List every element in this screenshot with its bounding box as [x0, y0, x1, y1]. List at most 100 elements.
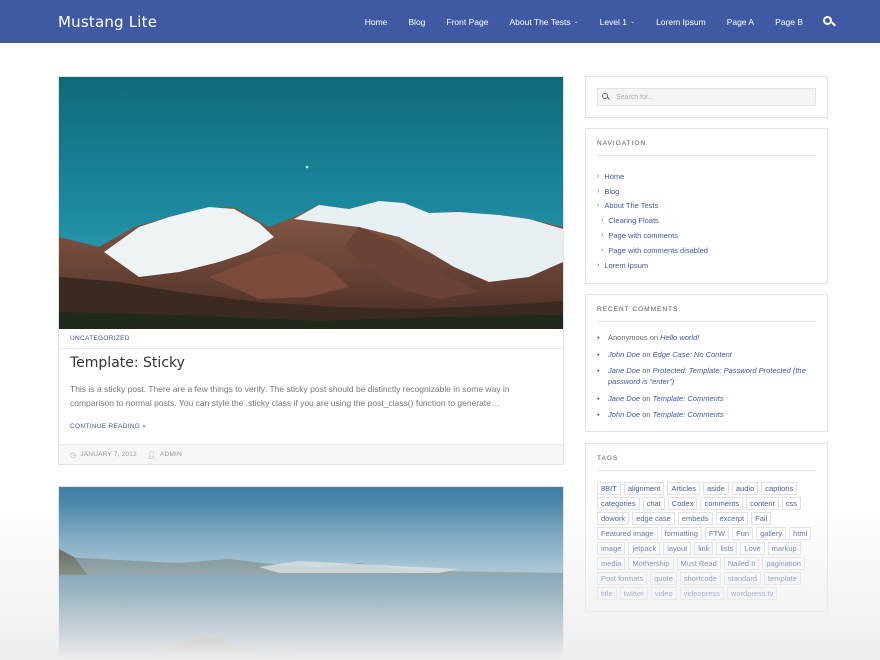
tag-standard[interactable]: standard [723, 572, 762, 585]
search-box[interactable] [597, 88, 816, 106]
nav-item-lorem-ipsum[interactable]: Lorem Ipsum [656, 17, 706, 27]
tag-chat[interactable]: chat [642, 497, 665, 510]
tag-gallery[interactable]: gallery [756, 527, 787, 540]
search-icon[interactable] [823, 15, 836, 28]
tag-comments[interactable]: comments [700, 497, 744, 510]
nav-item-front-page[interactable]: Front Page [446, 17, 488, 27]
tag-8bit[interactable]: 8BIT [597, 482, 621, 495]
comment-body: Anonymous on Hello world! [608, 332, 817, 343]
comment-post-link[interactable]: Edge Case: No Content [653, 350, 732, 359]
post-author[interactable]: 👤︎ ADMIN [147, 451, 182, 459]
continue-reading-link[interactable]: CONTINUE READING » [70, 423, 146, 430]
sidebar-nav-item-page-with-comments-disabled[interactable]: › Page with comments disabled [597, 243, 708, 258]
nav-item-about-the-tests[interactable]: About The Tests ⌄ [509, 17, 578, 27]
bullet: • [597, 393, 600, 403]
tag-codex[interactable]: Codex [667, 497, 698, 510]
tag-articles[interactable]: Articles [667, 482, 700, 495]
tag-captions[interactable]: captions [761, 482, 798, 495]
tag-pagination[interactable]: pagination [762, 557, 805, 570]
chevron-right-icon: › [597, 261, 600, 269]
comment-author[interactable]: John Doe [608, 350, 640, 359]
tag-jetpack[interactable]: jetpack [628, 542, 661, 555]
tag-css[interactable]: css [781, 497, 801, 510]
chevron-right-icon: › [601, 217, 604, 225]
tag-content[interactable]: content [746, 497, 779, 510]
tag-edge-case[interactable]: edge case [632, 512, 675, 525]
tag-lists[interactable]: lists [716, 542, 738, 555]
tag-ftw[interactable]: FTW [704, 527, 730, 540]
tag-html[interactable]: html [789, 527, 812, 540]
tag-title[interactable]: title [597, 587, 617, 600]
bullet: • [597, 366, 600, 375]
sidebar-nav-item-about-the-tests[interactable]: › About The Tests [597, 199, 708, 214]
tag-alignment[interactable]: alignment [623, 482, 665, 495]
post-card-2-image[interactable] [58, 486, 564, 660]
sidebar-nav-item-home[interactable]: › Home [597, 169, 708, 184]
tag-formatting[interactable]: formatting [660, 527, 702, 540]
tag-image[interactable]: image [597, 542, 626, 555]
nav-item-page-b[interactable]: Page B [775, 17, 803, 27]
tag-dowork[interactable]: dowork [597, 512, 630, 525]
tag-post-formats[interactable]: Post formats [597, 572, 648, 585]
comment-post-link[interactable]: Template: Comments [653, 394, 724, 403]
widget-divider [597, 155, 816, 156]
tag-media[interactable]: media [597, 557, 626, 570]
nav-item-blog[interactable]: Blog [408, 17, 425, 27]
tag-fun[interactable]: Fun [732, 527, 754, 540]
tag-template[interactable]: template [764, 572, 801, 585]
comment-author[interactable]: John Doe [608, 410, 640, 419]
site-header: Mustang Lite Home Blog Front Page About The… [0, 0, 880, 43]
comment-connector: on [642, 366, 651, 375]
widget-divider [597, 470, 816, 471]
tag-categories[interactable]: categories [597, 497, 640, 510]
sidebar-nav-label: Home [604, 171, 625, 181]
comment-author[interactable]: Jane Doe [608, 394, 640, 403]
post-featured-image[interactable] [59, 77, 563, 329]
tag-twitter[interactable]: twitter [619, 587, 648, 600]
comment-post-link[interactable]: Hello world! [660, 333, 699, 342]
sidebar-nav-item-blog[interactable]: › Blog [597, 184, 708, 199]
nav-item-page-a[interactable]: Page A [727, 17, 754, 27]
nav-item-home[interactable]: Home [365, 17, 388, 27]
tag-shortcode[interactable]: shortcode [679, 572, 721, 585]
comment-author[interactable]: Jane Doe [608, 366, 640, 375]
nav-item-label: Page B [775, 16, 803, 27]
recent-comment-item: • Anonymous on Hello world! [597, 332, 817, 343]
search-input[interactable] [616, 93, 806, 101]
tag-link[interactable]: link [694, 542, 714, 555]
tag-excerpt[interactable]: excerpt [715, 512, 749, 525]
tag-cloud: 8BIT alignment Articles aside audio captions c… [597, 482, 819, 602]
tag-nailed-it[interactable]: Nailed It [723, 557, 760, 570]
tags-widget: TAGS 8BIT alignment Articles aside audio capt… [585, 443, 828, 612]
tag-videopress[interactable]: videopress [679, 587, 724, 600]
tag-audio[interactable]: audio [731, 482, 759, 495]
sidebar-nav-label: Page with comments [608, 231, 678, 241]
nav-item-label: Home [364, 16, 388, 27]
post-author-text: ADMIN [160, 451, 182, 458]
tag-love[interactable]: Love [740, 542, 765, 555]
bullet: • [597, 349, 600, 359]
sidebar-nav-item-page-with-comments[interactable]: › Page with comments [597, 228, 708, 243]
site-logo[interactable]: Mustang Lite [58, 13, 157, 31]
tag-featured-image[interactable]: Featured image [597, 527, 658, 540]
tag-quote[interactable]: quote [650, 572, 677, 585]
tag-fail[interactable]: Fail [751, 512, 772, 525]
post-date[interactable]: ◷ JANUARY 7, 2012 [70, 451, 137, 459]
tag-must-read[interactable]: Must Read [676, 557, 721, 570]
sidebar-nav-item-clearing-floats[interactable]: › Clearing Floats [597, 213, 708, 228]
comment-post-link[interactable]: Template: Comments [653, 410, 724, 419]
tag-mothership[interactable]: Mothership [628, 557, 674, 570]
recent-comment-item: • John Doe on Edge Case: No Content [597, 349, 817, 360]
tag-embeds[interactable]: embeds [677, 512, 713, 525]
nav-item-level-1[interactable]: Level 1 ⌄ [600, 17, 635, 27]
navigation-list: › Home › Blog › About The Tests › Clearing Floa… [597, 169, 708, 273]
tag-video[interactable]: video [650, 587, 677, 600]
tag-wordpress-tv[interactable]: wordpress.tv [726, 587, 778, 600]
tag-layout[interactable]: layout [663, 542, 692, 555]
post-category[interactable]: UNCATEGORIZED [70, 335, 130, 342]
bullet: • [597, 410, 600, 419]
tag-markup[interactable]: markup [767, 542, 801, 555]
tag-aside[interactable]: aside [702, 482, 729, 495]
post-title[interactable]: Template: Sticky [70, 355, 185, 371]
sidebar-nav-item-lorem-ipsum[interactable]: › Lorem Ipsum [597, 258, 708, 273]
